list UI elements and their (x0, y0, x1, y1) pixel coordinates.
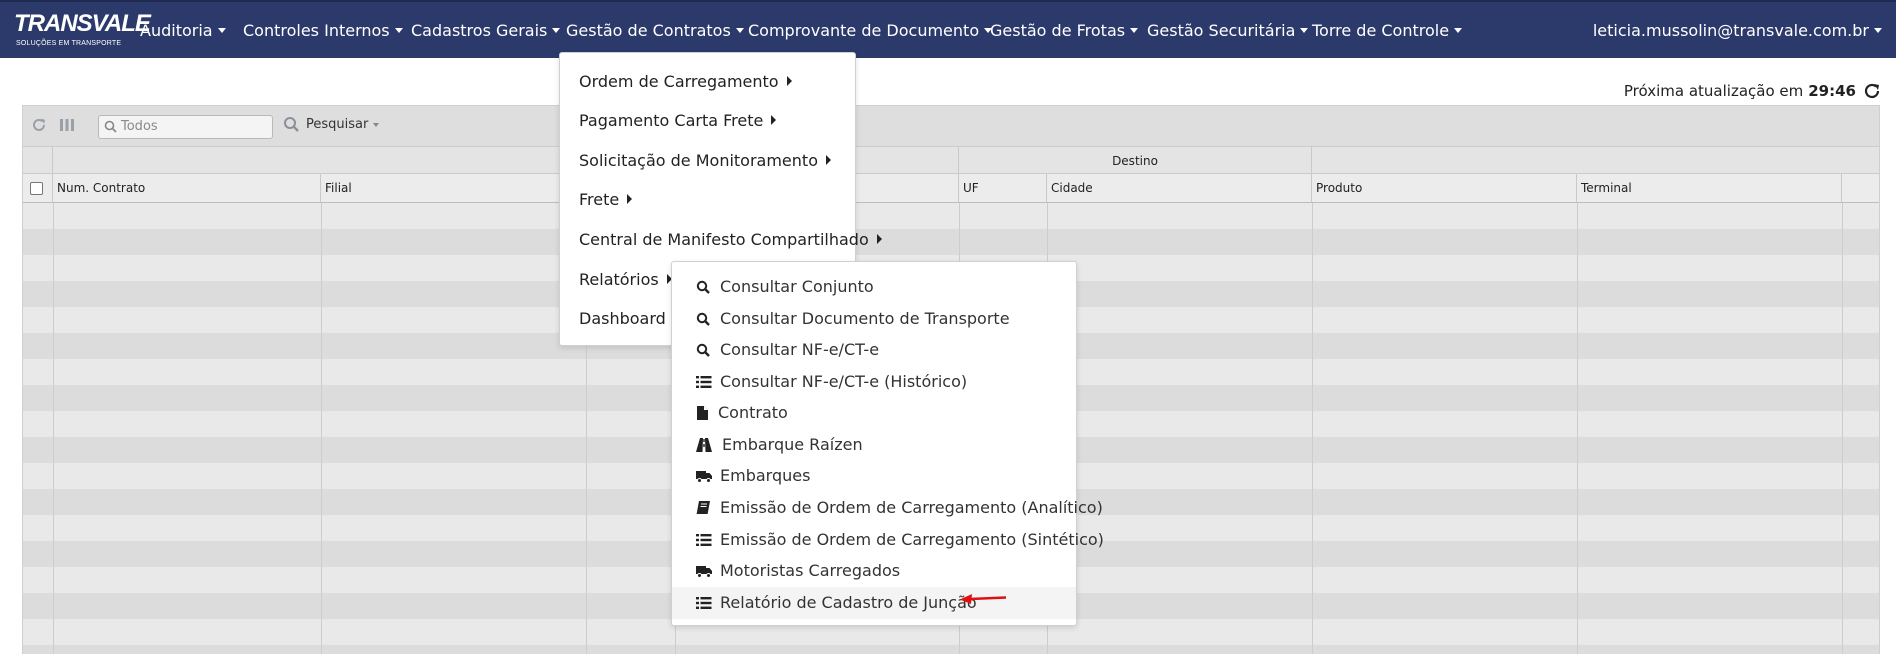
user-menu[interactable]: leticia.mussolin@transvale.com.br (1593, 21, 1882, 40)
list-icon (696, 534, 712, 546)
menu-item-embarque-raizen[interactable]: Embarque Raízen (672, 429, 1076, 461)
group-header-destino: Destino (959, 147, 1312, 173)
column-header-row: Num. Contrato Filial UF Cidade Produto T… (23, 174, 1879, 203)
col-num-contrato[interactable]: Num. Contrato (53, 174, 321, 202)
search-icon (696, 343, 710, 357)
menu-item-contrato[interactable]: Contrato (672, 397, 1076, 429)
menu-item-embarques[interactable]: Embarques (672, 460, 1076, 492)
caret-down-icon (1300, 28, 1309, 33)
caret-right-icon (771, 115, 777, 125)
caret-down-icon (373, 122, 380, 127)
refresh-icon[interactable] (1862, 81, 1882, 101)
refresh-timer: Próxima atualização em 29:46 (1624, 81, 1882, 101)
table-row[interactable] (23, 645, 1879, 654)
group-header-blank (23, 147, 53, 173)
caret-down-icon (1130, 28, 1139, 33)
nav-gestao-frotas[interactable]: Gestão de Frotas (990, 21, 1139, 40)
col-terminal[interactable]: Terminal (1577, 174, 1842, 202)
caret-right-icon (825, 155, 831, 165)
group-header-blank (1312, 147, 1879, 173)
column-divider (321, 203, 322, 654)
search-icon (104, 120, 117, 133)
list-icon (696, 376, 712, 388)
caret-right-icon (786, 76, 792, 86)
book-icon (696, 501, 710, 514)
nav-cadastros-gerais[interactable]: Cadastros Gerais (411, 21, 561, 40)
nav-controles-internos[interactable]: Controles Internos (243, 21, 403, 40)
search-icon (696, 280, 710, 294)
nav-gestao-contratos[interactable]: Gestão de Contratos (566, 21, 744, 40)
column-divider (1312, 203, 1313, 654)
menu-item-relatorios[interactable]: Relatórios (579, 270, 672, 289)
caret-right-icon (876, 234, 882, 244)
menu-item-consultar-nfe-cte[interactable]: Consultar NF-e/CT-e (672, 334, 1076, 366)
caret-down-icon (735, 28, 744, 33)
refresh-time: 29:46 (1808, 82, 1856, 100)
refresh-label: Próxima atualização em (1623, 82, 1804, 100)
column-divider (53, 203, 54, 654)
menu-item-relatorio-cadastro-juncao[interactable]: Relatório de Cadastro de Junção (672, 587, 1076, 619)
transvale-logo[interactable]: TRANSVALE SOLUÇÕES EM TRANSPORTE (14, 10, 151, 54)
menu-item-consultar-documento-transporte[interactable]: Consultar Documento de Transporte (672, 303, 1076, 335)
caret-down-icon (217, 28, 226, 33)
group-header-row: Destino (23, 146, 1879, 174)
col-cidade[interactable]: Cidade (1047, 174, 1312, 202)
nav-gestao-securitaria[interactable]: Gestão Securitária (1147, 21, 1309, 40)
relatorios-submenu: Consultar Conjunto Consultar Documento d… (671, 261, 1104, 626)
caret-down-icon (1454, 28, 1463, 33)
select-all-checkbox[interactable] (30, 182, 43, 195)
menu-item-dashboard[interactable]: Dashboard (579, 309, 679, 328)
nav-torre-controle[interactable]: Torre de Controle (1312, 21, 1463, 40)
menu-item-consultar-conjunto[interactable]: Consultar Conjunto (672, 271, 1076, 303)
column-divider (1577, 203, 1578, 654)
grid-toolbar: Todos Pesquisar (23, 106, 1879, 146)
table-row[interactable] (23, 229, 1879, 255)
caret-right-icon (627, 194, 633, 204)
col-extra[interactable] (1842, 174, 1879, 202)
columns-icon[interactable] (59, 117, 75, 133)
menu-item-solicitacao-monitoramento[interactable]: Solicitação de Monitoramento (579, 151, 831, 170)
annotation-arrow-icon (960, 594, 1007, 604)
menu-item-frete[interactable]: Frete (579, 190, 633, 209)
menu-item-pagamento-carta-frete[interactable]: Pagamento Carta Frete (579, 111, 777, 130)
select-all-cell (23, 174, 53, 202)
caret-down-icon (394, 28, 403, 33)
col-filial[interactable]: Filial (321, 174, 586, 202)
reload-icon[interactable] (31, 117, 47, 133)
table-row[interactable] (23, 203, 1879, 229)
column-divider (1842, 203, 1843, 654)
search-icon (284, 117, 299, 132)
col-produto[interactable]: Produto (1312, 174, 1577, 202)
nav-comprovante-documento[interactable]: Comprovante de Documento (748, 21, 993, 40)
menu-item-consultar-nfe-cte-historico[interactable]: Consultar NF-e/CT-e (Histórico) (672, 366, 1076, 398)
truck-icon (696, 471, 712, 483)
truck-icon (696, 566, 712, 578)
search-icon (696, 312, 710, 326)
menu-item-emissao-oc-analitico[interactable]: Emissão de Ordem de Carregamento (Analít… (672, 492, 1103, 524)
search-button[interactable]: Pesquisar (283, 116, 380, 133)
menu-item-emissao-oc-sintetico[interactable]: Emissão de Ordem de Carregamento (Sintét… (672, 524, 1104, 556)
caret-down-icon (552, 28, 561, 33)
menu-item-central-manifesto[interactable]: Central de Manifesto Compartilhado (579, 230, 882, 249)
search-input[interactable]: Todos (98, 115, 273, 139)
col-uf[interactable]: UF (959, 174, 1047, 202)
menu-item-motoristas-carregados[interactable]: Motoristas Carregados (672, 555, 1076, 587)
road-icon (696, 438, 712, 452)
file-icon (697, 406, 708, 420)
top-navbar: TRANSVALE SOLUÇÕES EM TRANSPORTE Auditor… (0, 0, 1896, 58)
nav-auditoria[interactable]: Auditoria (140, 21, 226, 40)
caret-down-icon (1874, 28, 1882, 33)
menu-item-ordem-carregamento[interactable]: Ordem de Carregamento (579, 72, 792, 91)
search-placeholder: Todos (121, 119, 158, 134)
list-icon (696, 597, 712, 609)
